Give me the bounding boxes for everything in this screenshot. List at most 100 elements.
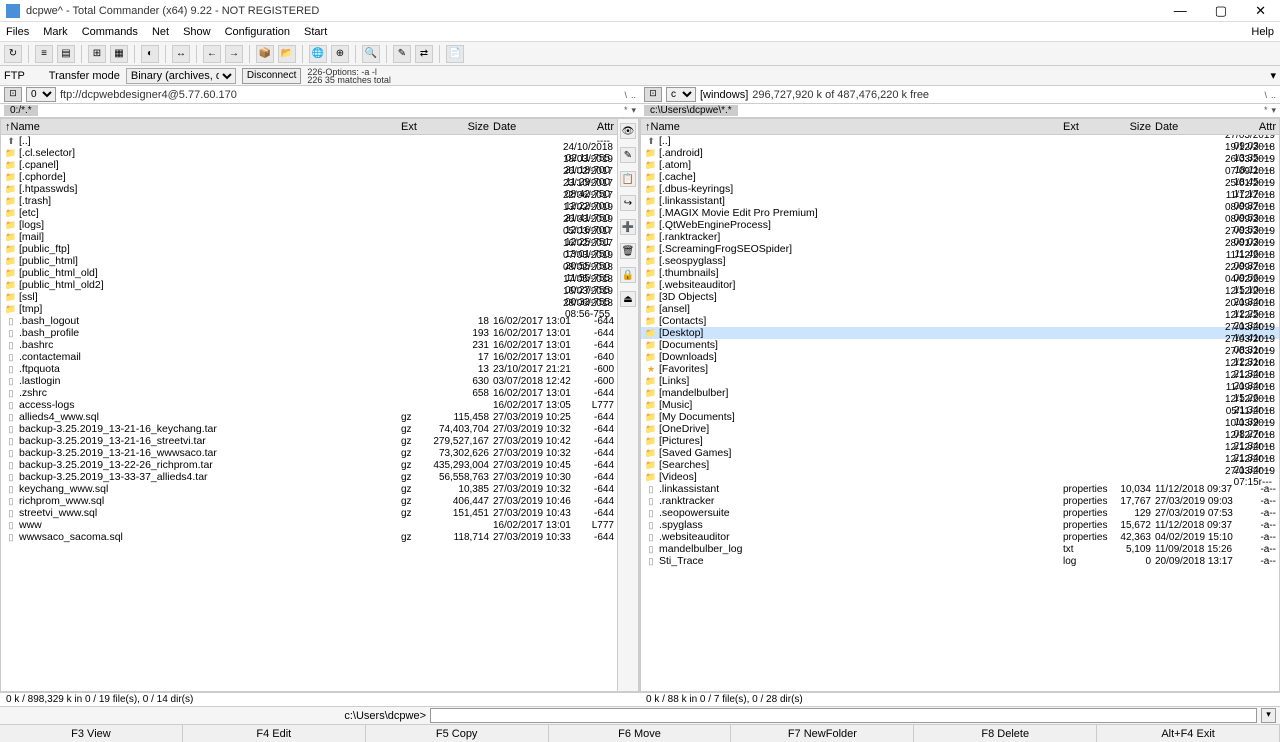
file-row[interactable]: [.ranktracker]27/03/2019 09:03----	[641, 231, 1279, 243]
menu-mark[interactable]: Mark	[43, 26, 67, 38]
file-row[interactable]: access-logs16/02/2017 13:05L777	[1, 399, 617, 411]
file-row[interactable]: [logs]26/03/2019 12:16-700	[1, 219, 617, 231]
left-column-header[interactable]: ↑Name Ext Size Date Attr	[1, 119, 617, 135]
file-row[interactable]: [3D Objects]12/12/2018 21:34r---	[641, 291, 1279, 303]
fkey-f6[interactable]: F6 Move	[549, 725, 732, 742]
refresh-icon[interactable]: ↻	[4, 45, 22, 63]
file-row[interactable]: backup-3.25.2019_13-33-37_allieds4.targz…	[1, 471, 617, 483]
file-row[interactable]: [.linkassistant]11/12/2018 09:37----	[641, 195, 1279, 207]
sync-icon[interactable]: ⇄	[415, 45, 433, 63]
command-history-icon[interactable]: ▾	[1261, 708, 1276, 723]
fkey-f8[interactable]: F8 Delete	[914, 725, 1097, 742]
file-row[interactable]: backup-3.25.2019_13-21-16_streetvi.targz…	[1, 435, 617, 447]
file-row[interactable]: [public_ftp]16/02/2017 13:01-750	[1, 243, 617, 255]
file-row[interactable]: [etc]13/02/2019 21:41-750	[1, 207, 617, 219]
file-row[interactable]: [.htpasswds]23/10/2017 08:42-750	[1, 183, 617, 195]
fkey-f7[interactable]: F7 NewFolder	[731, 725, 914, 742]
forward-icon[interactable]: →	[225, 45, 243, 63]
file-row[interactable]: [..]27/03/2019 09:03----	[641, 135, 1279, 147]
file-row[interactable]: richprom_www.sqlgz406,44727/03/2019 10:4…	[1, 495, 617, 507]
file-row[interactable]: .linkassistantproperties10,03411/12/2018…	[641, 483, 1279, 495]
search-icon[interactable]: 🔍	[362, 45, 380, 63]
copy-icon[interactable]: 📋	[620, 171, 636, 187]
newfolder-icon[interactable]: ➕	[620, 219, 636, 235]
menu-show[interactable]: Show	[183, 26, 211, 38]
file-row[interactable]: [.cphorde]26/02/2017 11:29-700	[1, 171, 617, 183]
file-row[interactable]: [My Documents]05/11/2018 11:39----	[641, 411, 1279, 423]
view-thumbs-icon[interactable]: ▦	[110, 45, 128, 63]
right-column-header[interactable]: ↑Name Ext Size Date Attr	[641, 119, 1279, 135]
move-icon[interactable]: ↪	[620, 195, 636, 211]
file-row[interactable]: .ftpquota1323/10/2017 21:21-600	[1, 363, 617, 375]
left-drive-icon[interactable]: ⊡	[4, 87, 22, 102]
file-row[interactable]: [.atom]26/03/2019 18:11----	[641, 159, 1279, 171]
file-row[interactable]: [.android]19/12/2018 13:35----	[641, 147, 1279, 159]
menu-configuration[interactable]: Configuration	[225, 26, 290, 38]
file-row[interactable]: [.cl.selector]24/10/2018 02:11-755	[1, 147, 617, 159]
file-row[interactable]: [mandelbulber]11/09/2018 15:26----	[641, 387, 1279, 399]
lock-icon[interactable]: 🔒	[620, 267, 636, 283]
ftp-icon[interactable]: 🌐	[309, 45, 327, 63]
file-row[interactable]: [Contacts]12/12/2018 21:34r---	[641, 315, 1279, 327]
file-row[interactable]: [.thumbnails]22/09/2018 09:56----	[641, 267, 1279, 279]
right-root-icon[interactable]: \	[1264, 90, 1267, 100]
view-brief-icon[interactable]: ≡	[35, 45, 53, 63]
file-row[interactable]: [ansel]20/09/2018 12:25----	[641, 303, 1279, 315]
menu-start[interactable]: Start	[304, 26, 327, 38]
fkey-f4[interactable]: F4 Edit	[183, 725, 366, 742]
file-row[interactable]: [.cache]07/09/2018 18:45----	[641, 171, 1279, 183]
file-row[interactable]: streetvi_www.sqlgz151,45127/03/2019 10:4…	[1, 507, 617, 519]
file-row[interactable]: [OneDrive]10/03/2019 08:27r---	[641, 423, 1279, 435]
view-full-icon[interactable]: ▤	[57, 45, 75, 63]
transfer-mode-select[interactable]: Binary (archives, doc etc.)	[126, 68, 236, 84]
menu-commands[interactable]: Commands	[82, 26, 138, 38]
file-row[interactable]: .bash_profile19316/02/2017 13:01-644	[1, 327, 617, 339]
file-row[interactable]: [Searches]12/12/2018 21:34r---	[641, 459, 1279, 471]
file-row[interactable]: [.cpanel]18/03/2019 21:18-700	[1, 159, 617, 171]
edit-icon[interactable]: ✎	[620, 147, 636, 163]
file-row[interactable]: [public_html_old2]17/05/2018 00:27-755	[1, 279, 617, 291]
file-row[interactable]: .spyglassproperties15,67211/12/2018 09:3…	[641, 519, 1279, 531]
file-row[interactable]: [Downloads]27/03/2019 12:31r---	[641, 351, 1279, 363]
delete-icon[interactable]: 🗑	[620, 243, 636, 259]
file-row[interactable]: [.ScreamingFrogSEOSpider]28/01/2019 11:4…	[641, 243, 1279, 255]
right-tab[interactable]: c:\Users\dcpwe\*.*	[644, 105, 738, 116]
notepad-icon[interactable]: 📄	[446, 45, 464, 63]
file-row[interactable]: [Links]12/12/2018 21:34r---	[641, 375, 1279, 387]
minimize-button[interactable]: —	[1166, 1, 1195, 21]
file-row[interactable]: [.MAGIX Movie Edit Pro Premium]08/09/201…	[641, 207, 1279, 219]
file-row[interactable]: .seopowersuiteproperties12927/03/2019 07…	[641, 507, 1279, 519]
file-row[interactable]: [Saved Games]12/12/2018 21:34r---	[641, 447, 1279, 459]
disconnect-button[interactable]: Disconnect	[242, 68, 301, 84]
file-row[interactable]: backup-3.25.2019_13-22-26_richprom.targz…	[1, 459, 617, 471]
file-row[interactable]: .zshrc65816/02/2017 13:01-644	[1, 387, 617, 399]
file-row[interactable]: backup-3.25.2019_13-21-16_keychang.targz…	[1, 423, 617, 435]
left-up-icon[interactable]: ..	[631, 90, 636, 100]
menu-help[interactable]: Help	[1251, 26, 1274, 38]
file-row[interactable]: .lastlogin63003/07/2018 12:42-600	[1, 375, 617, 387]
file-row[interactable]: allieds4_www.sqlgz115,45827/03/2019 10:2…	[1, 411, 617, 423]
pack-icon[interactable]: 📦	[256, 45, 274, 63]
right-fav-icon[interactable]: *	[1264, 105, 1268, 116]
left-history-icon[interactable]: ▾	[631, 105, 636, 116]
maximize-button[interactable]: ▢	[1207, 1, 1235, 21]
file-row[interactable]: Sti_Tracelog020/09/2018 13:17-a--	[641, 555, 1279, 567]
file-row[interactable]: [.dbus-keyrings]25/01/2019 17:17----	[641, 183, 1279, 195]
ftp-history-icon[interactable]: ▾	[1270, 69, 1276, 82]
file-row[interactable]: [.seospyglass]11/12/2018 09:37----	[641, 255, 1279, 267]
file-row[interactable]: [ssl]16/03/2019 00:33-755	[1, 291, 617, 303]
file-row[interactable]: [.trash]22/06/2017 12:22-700	[1, 195, 617, 207]
multirename-icon[interactable]: ✎	[393, 45, 411, 63]
invert-icon[interactable]: ◐	[141, 45, 159, 63]
right-history-icon[interactable]: ▾	[1271, 105, 1276, 116]
file-row[interactable]: [Documents]27/03/2019 08:31r---	[641, 339, 1279, 351]
menu-net[interactable]: Net	[152, 26, 169, 38]
file-row[interactable]: backup-3.25.2019_13-21-16_wwwsaco.targz7…	[1, 447, 617, 459]
left-fav-icon[interactable]: *	[624, 105, 628, 116]
close-button[interactable]: ✕	[1247, 1, 1274, 21]
file-row[interactable]: .ranktrackerproperties17,76727/03/2019 0…	[641, 495, 1279, 507]
view-tree-icon[interactable]: ⊞	[88, 45, 106, 63]
file-row[interactable]: [mail]05/03/2017 12:25-751	[1, 231, 617, 243]
file-row[interactable]: wwwsaco_sacoma.sqlgz118,71427/03/2019 10…	[1, 531, 617, 543]
command-input[interactable]	[430, 708, 1257, 723]
